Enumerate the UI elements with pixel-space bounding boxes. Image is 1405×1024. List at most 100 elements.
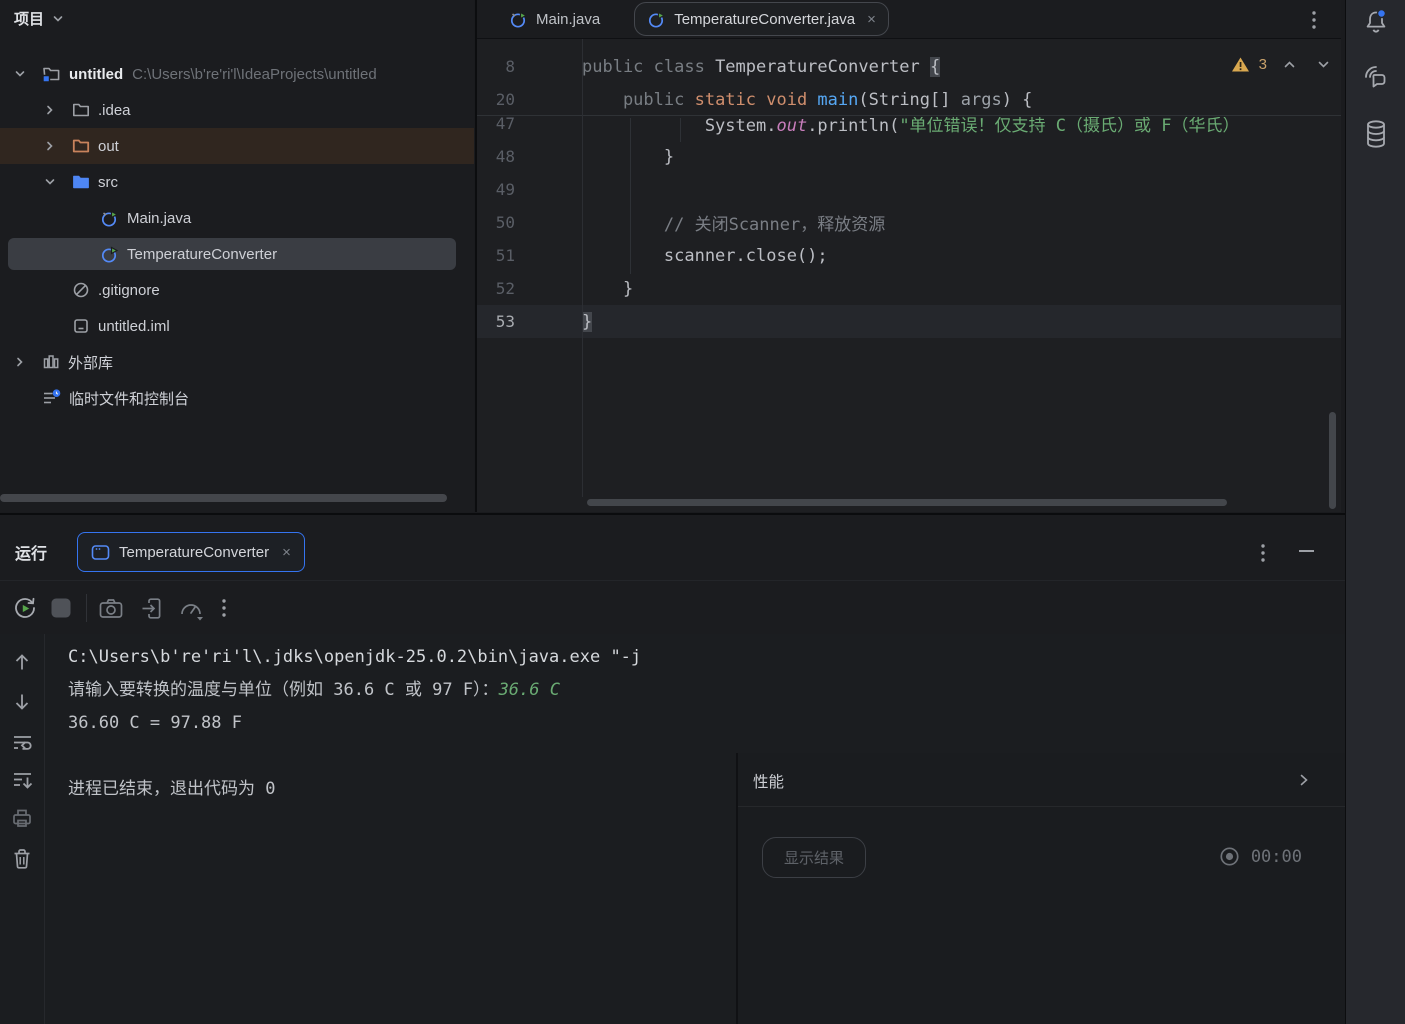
tree-item-external-libraries[interactable]: 外部库 (0, 344, 474, 380)
record-icon (1219, 846, 1240, 867)
right-tool-stripe (1345, 0, 1405, 1024)
console-exit-line: 进程已结束，退出代码为 0 (68, 773, 733, 806)
editor-horizontal-scrollbar[interactable] (587, 499, 1227, 506)
attach-to-process-icon[interactable] (140, 597, 163, 620)
chevron-down-icon (51, 12, 65, 26)
line-number: 53 (477, 312, 515, 331)
chevron-right-icon[interactable] (42, 138, 58, 154)
tree-item-untitled-root[interactable]: untitled C:\Users\b're'ri'l\IdeaProjects… (0, 56, 474, 92)
editor-tab-bar: Main.java TemperatureConverter.java × (477, 0, 1341, 39)
line-number: 49 (477, 180, 515, 199)
indent-guide (680, 118, 681, 142)
line-number: 20 (477, 90, 515, 109)
rerun-icon[interactable] (12, 595, 38, 621)
tree-item-untitled-iml[interactable]: untitled.iml (0, 308, 474, 344)
code-line: 8 public class TemperatureConverter { (477, 50, 1341, 83)
ide-window: 项目 untitled C:\Users\b're'ri'l\IdeaProje… (0, 0, 1405, 1024)
code-line: 20 public static void main(String[] args… (477, 83, 1341, 116)
indent-guide (630, 118, 631, 274)
soft-wrap-icon[interactable] (11, 731, 34, 753)
console-output[interactable]: C:\Users\b're'ri'l\.jdks\openjdk-25.0.2\… (68, 641, 733, 1024)
project-panel-title: 项目 (14, 8, 44, 29)
code-line-current: 53 } (477, 305, 1341, 338)
arrow-down-icon[interactable] (11, 691, 33, 713)
warning-icon (1231, 56, 1250, 73)
next-problem-icon[interactable] (1316, 57, 1331, 72)
run-tab-label: TemperatureConverter (119, 544, 269, 561)
performance-header[interactable]: 性能 (738, 753, 1345, 807)
print-icon[interactable] (11, 807, 33, 829)
performance-side-panel: 性能 显示结果 00:00 (738, 753, 1345, 1024)
show-results-button[interactable]: 显示结果 (762, 837, 866, 878)
console-left-toolbar (0, 634, 45, 1024)
minimize-icon[interactable] (1299, 550, 1314, 552)
sticky-lines[interactable]: 8 public class TemperatureConverter { 20… (477, 39, 1341, 116)
tree-item-gitignore[interactable]: .gitignore (0, 272, 474, 308)
app-window-icon (91, 544, 110, 561)
java-class-icon (100, 209, 119, 228)
close-icon[interactable]: × (282, 544, 291, 561)
tree-item-label: untitled (69, 66, 123, 83)
run-configuration-tab[interactable]: TemperatureConverter × (77, 532, 305, 572)
run-tool-window: 运行 TemperatureConverter × (0, 513, 1345, 1024)
profiler-gauge-icon[interactable] (178, 597, 204, 621)
tab-label: Main.java (536, 11, 600, 28)
arrow-up-icon[interactable] (11, 651, 33, 673)
tab-temperature-converter-java[interactable]: TemperatureConverter.java × (634, 2, 889, 36)
toolbar-separator (86, 594, 87, 622)
code-line: 52 } (477, 272, 1341, 305)
ai-assistant-icon[interactable] (1346, 54, 1405, 98)
line-number: 52 (477, 279, 515, 298)
code-editor[interactable]: 8 public class TemperatureConverter { 20… (477, 39, 1341, 512)
chevron-right-icon[interactable] (42, 102, 58, 118)
chevron-right-icon[interactable] (1296, 772, 1312, 788)
project-view-selector[interactable]: 项目 (14, 8, 65, 29)
chevron-down-icon[interactable] (42, 174, 58, 190)
tree-item-temperature-converter[interactable]: TemperatureConverter (0, 236, 474, 272)
tree-item-idea-folder[interactable]: .idea (0, 92, 474, 128)
inspections-widget[interactable]: 3 (1231, 56, 1331, 73)
project-root-path: C:\Users\b're'ri'l\IdeaProjects\untitled (132, 66, 377, 83)
stop-icon[interactable] (50, 597, 72, 619)
editor-vertical-scrollbar[interactable] (1329, 412, 1336, 509)
project-folder-icon (42, 65, 61, 83)
close-icon[interactable]: × (867, 11, 876, 28)
tree-item-label: src (98, 174, 118, 191)
console-empty-line (68, 740, 733, 773)
screenshot-camera-icon[interactable] (99, 598, 123, 619)
project-tree: untitled C:\Users\b're'ri'l\IdeaProjects… (0, 56, 474, 416)
console-prompt-line: 请输入要转换的温度与单位（例如 36.6 C 或 97 F）：36.6 C (68, 674, 733, 707)
warning-count: 3 (1259, 56, 1267, 73)
library-icon (42, 353, 60, 371)
chevron-down-icon[interactable] (12, 66, 28, 82)
tree-item-label: Main.java (127, 210, 191, 227)
run-panel-title: 运行 (15, 540, 47, 564)
tab-main-java[interactable]: Main.java (495, 0, 614, 39)
excluded-folder-icon (72, 137, 90, 155)
clear-trash-icon[interactable] (11, 847, 33, 870)
project-horizontal-scrollbar[interactable] (0, 494, 447, 502)
java-class-icon (647, 10, 666, 29)
tree-item-scratches-consoles[interactable]: 临时文件和控制台 (0, 380, 474, 416)
module-file-icon (72, 317, 90, 335)
line-number: 51 (477, 246, 515, 265)
tree-item-label: untitled.iml (98, 318, 170, 335)
scroll-to-end-icon[interactable] (11, 769, 34, 791)
more-kebab-icon[interactable] (1311, 10, 1317, 30)
tree-item-label: 外部库 (68, 352, 113, 373)
tree-item-src-folder[interactable]: src (0, 164, 474, 200)
console-command-line: C:\Users\b're'ri'l\.jdks\openjdk-25.0.2\… (68, 641, 733, 674)
prev-problem-icon[interactable] (1282, 57, 1297, 72)
chevron-right-icon[interactable] (12, 354, 28, 370)
code-line: 49 (477, 173, 1341, 206)
more-kebab-icon[interactable] (1260, 543, 1266, 563)
profiler-timer: 00:00 (1219, 846, 1302, 867)
more-kebab-icon[interactable] (221, 598, 227, 618)
tree-item-main-java[interactable]: Main.java (0, 200, 474, 236)
database-icon[interactable] (1346, 112, 1405, 156)
tree-item-out-folder[interactable]: out (0, 128, 474, 164)
code-scroll-area[interactable]: 47 System.out.println("单位错误！仅支持 C（摄氏）或 F… (477, 117, 1341, 497)
console-result-line: 36.60 C = 97.88 F (68, 707, 733, 740)
project-tool-window: 项目 untitled C:\Users\b're'ri'l\IdeaProje… (0, 0, 474, 512)
notifications-icon[interactable] (1346, 0, 1405, 44)
